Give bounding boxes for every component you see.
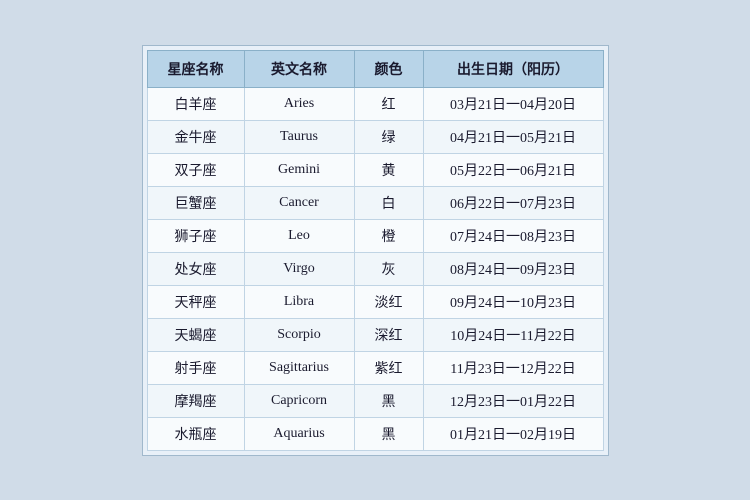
cell-english: Capricorn [244,384,354,417]
table-header-row: 星座名称 英文名称 颜色 出生日期（阳历） [147,50,603,87]
cell-chinese: 双子座 [147,153,244,186]
cell-english: Cancer [244,186,354,219]
cell-color: 深红 [354,318,423,351]
cell-english: Taurus [244,120,354,153]
cell-english: Sagittarius [244,351,354,384]
cell-color: 紫红 [354,351,423,384]
table-row: 白羊座Aries红03月21日一04月20日 [147,87,603,120]
table-row: 射手座Sagittarius紫红11月23日一12月22日 [147,351,603,384]
table-row: 处女座Virgo灰08月24日一09月23日 [147,252,603,285]
cell-date: 08月24日一09月23日 [423,252,603,285]
cell-date: 03月21日一04月20日 [423,87,603,120]
cell-chinese: 摩羯座 [147,384,244,417]
cell-date: 04月21日一05月21日 [423,120,603,153]
table-row: 天蝎座Scorpio深红10月24日一11月22日 [147,318,603,351]
cell-chinese: 射手座 [147,351,244,384]
cell-english: Gemini [244,153,354,186]
cell-chinese: 天蝎座 [147,318,244,351]
cell-english: Virgo [244,252,354,285]
header-date: 出生日期（阳历） [423,50,603,87]
cell-date: 10月24日一11月22日 [423,318,603,351]
header-color: 颜色 [354,50,423,87]
table-row: 摩羯座Capricorn黑12月23日一01月22日 [147,384,603,417]
cell-english: Leo [244,219,354,252]
cell-chinese: 天秤座 [147,285,244,318]
header-chinese: 星座名称 [147,50,244,87]
cell-english: Libra [244,285,354,318]
cell-date: 11月23日一12月22日 [423,351,603,384]
cell-chinese: 金牛座 [147,120,244,153]
header-english: 英文名称 [244,50,354,87]
cell-english: Aries [244,87,354,120]
cell-english: Scorpio [244,318,354,351]
cell-chinese: 水瓶座 [147,417,244,450]
cell-color: 黑 [354,384,423,417]
cell-date: 05月22日一06月21日 [423,153,603,186]
table-row: 巨蟹座Cancer白06月22日一07月23日 [147,186,603,219]
cell-english: Aquarius [244,417,354,450]
cell-color: 淡红 [354,285,423,318]
table-row: 水瓶座Aquarius黑01月21日一02月19日 [147,417,603,450]
cell-date: 07月24日一08月23日 [423,219,603,252]
cell-color: 黑 [354,417,423,450]
cell-color: 灰 [354,252,423,285]
cell-color: 绿 [354,120,423,153]
zodiac-table-container: 星座名称 英文名称 颜色 出生日期（阳历） 白羊座Aries红03月21日一04… [142,45,609,456]
cell-color: 橙 [354,219,423,252]
table-row: 天秤座Libra淡红09月24日一10月23日 [147,285,603,318]
cell-chinese: 白羊座 [147,87,244,120]
cell-date: 06月22日一07月23日 [423,186,603,219]
table-row: 金牛座Taurus绿04月21日一05月21日 [147,120,603,153]
cell-chinese: 狮子座 [147,219,244,252]
cell-date: 09月24日一10月23日 [423,285,603,318]
cell-chinese: 处女座 [147,252,244,285]
table-row: 双子座Gemini黄05月22日一06月21日 [147,153,603,186]
cell-color: 白 [354,186,423,219]
cell-color: 黄 [354,153,423,186]
cell-color: 红 [354,87,423,120]
cell-date: 12月23日一01月22日 [423,384,603,417]
cell-chinese: 巨蟹座 [147,186,244,219]
table-row: 狮子座Leo橙07月24日一08月23日 [147,219,603,252]
zodiac-table: 星座名称 英文名称 颜色 出生日期（阳历） 白羊座Aries红03月21日一04… [147,50,604,451]
cell-date: 01月21日一02月19日 [423,417,603,450]
